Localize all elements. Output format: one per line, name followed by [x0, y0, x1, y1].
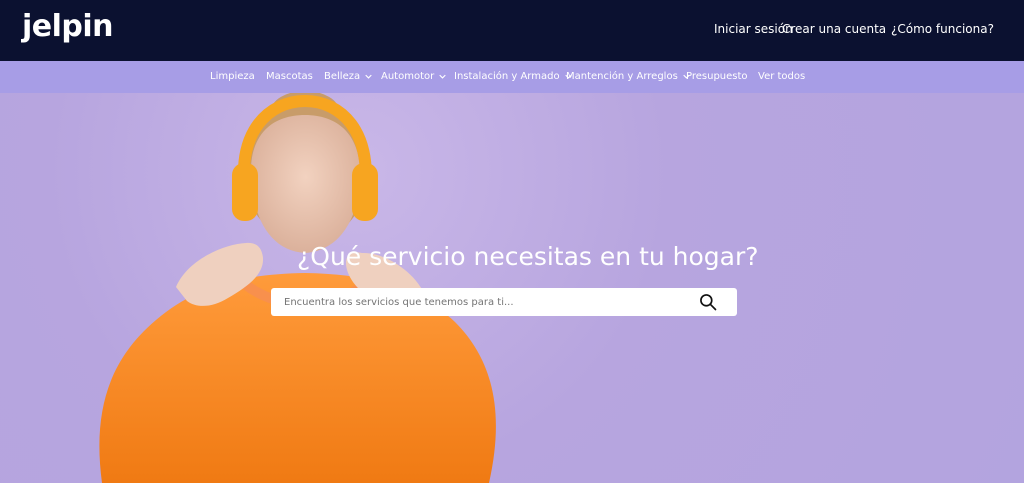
- signup-link[interactable]: Crear una cuenta: [782, 22, 886, 36]
- headphone-right-cup: [352, 163, 378, 221]
- login-link[interactable]: Iniciar sesión: [714, 22, 793, 36]
- hero-headline: ¿Qué servicio necesitas en tu hogar?: [297, 242, 759, 271]
- category-navbar: Limpieza Mascotas Belleza Automotor Inst…: [0, 61, 1024, 93]
- nav-item-label: Limpieza: [210, 71, 255, 82]
- nav-item-belleza[interactable]: Belleza: [324, 71, 372, 82]
- nav-item-label: Mantención y Arreglos: [566, 71, 678, 82]
- brand-logo[interactable]: jelpin: [22, 9, 114, 44]
- nav-item-ver-todos[interactable]: Ver todos: [758, 71, 805, 82]
- top-header: jelpin Iniciar sesión Crear una cuenta ¿…: [0, 0, 1024, 61]
- nav-item-limpieza[interactable]: Limpieza: [210, 71, 255, 82]
- nav-item-label: Ver todos: [758, 71, 806, 82]
- nav-item-instalacion-y-armado[interactable]: Instalación y Armado: [454, 71, 572, 82]
- search-container[interactable]: [271, 288, 737, 316]
- nav-item-label: Presupuesto: [686, 71, 748, 82]
- nav-item-label: Automotor: [381, 71, 435, 82]
- search-icon[interactable]: [698, 292, 718, 312]
- nav-item-mantencion-y-arreglos[interactable]: Mantención y Arreglos: [566, 71, 690, 82]
- nav-item-label: Mascotas: [266, 71, 313, 82]
- search-input[interactable]: [284, 295, 684, 309]
- nav-item-presupuesto[interactable]: Presupuesto: [686, 71, 748, 82]
- headphone-left-cup: [232, 163, 258, 221]
- chevron-down-icon: [439, 74, 447, 79]
- face-shape: [250, 115, 360, 253]
- nav-item-label: Belleza: [324, 71, 361, 82]
- nav-item-automotor[interactable]: Automotor: [381, 71, 447, 82]
- chevron-down-icon: [365, 74, 372, 79]
- nav-item-mascotas[interactable]: Mascotas: [266, 71, 313, 82]
- hero-banner: ¿Qué servicio necesitas en tu hogar?: [0, 93, 1024, 483]
- how-it-works-link[interactable]: ¿Cómo funciona?: [891, 22, 994, 36]
- nav-item-label: Instalación y Armado: [454, 71, 560, 82]
